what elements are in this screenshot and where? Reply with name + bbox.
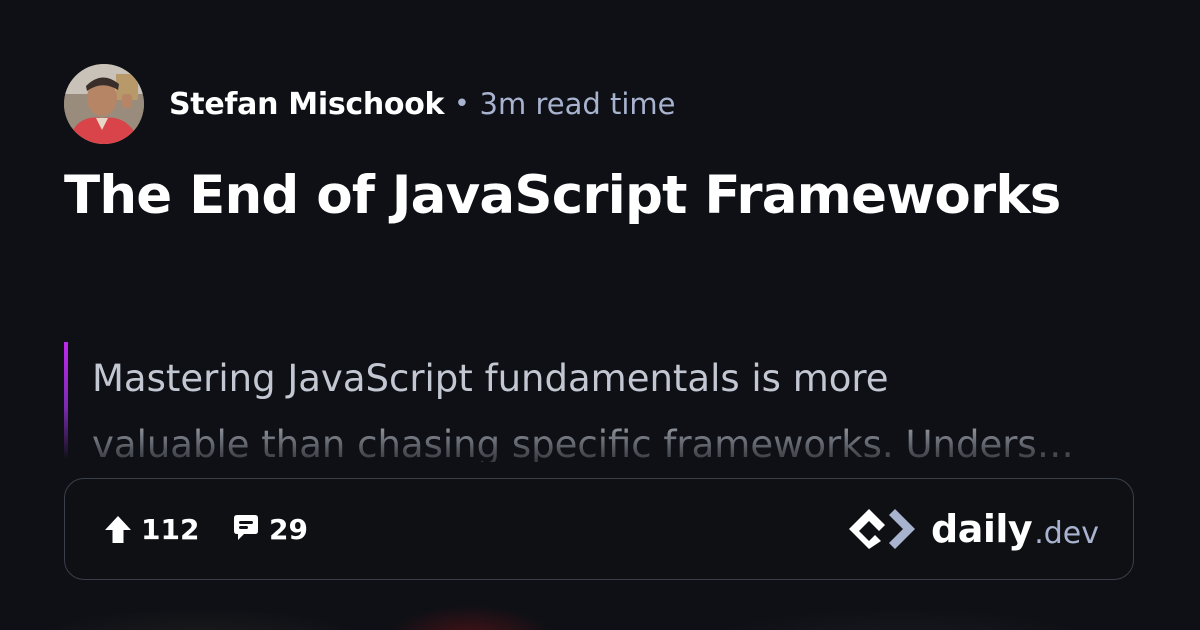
author-row: Stefan Mischook • 3m read time <box>64 64 676 144</box>
comments-button[interactable]: 29 <box>229 479 308 579</box>
stats-card: 112 29 daily .dev <box>64 478 1134 580</box>
arrow-up-icon <box>105 516 131 543</box>
daily-dev-logo-icon <box>849 509 916 549</box>
daily-dev-brand[interactable]: daily .dev <box>849 479 1099 579</box>
author-name[interactable]: Stefan Mischook <box>169 87 445 122</box>
upvote-button[interactable]: 112 <box>101 479 199 579</box>
brand-wordmark-daily: daily <box>931 507 1033 551</box>
comment-count: 29 <box>269 512 308 546</box>
excerpt-text: Mastering JavaScript fundamentals is mor… <box>92 346 1132 462</box>
post-title[interactable]: The End of JavaScript Frameworks <box>64 165 1061 226</box>
brand-wordmark-dev: .dev <box>1034 515 1099 551</box>
comment-bubble-icon <box>234 515 258 540</box>
upvote-count: 112 <box>141 512 200 546</box>
author-avatar[interactable] <box>64 64 144 144</box>
excerpt-line-1: Mastering JavaScript fundamentals is mor… <box>92 357 889 400</box>
post-excerpt: Mastering JavaScript fundamentals is mor… <box>64 342 1136 462</box>
read-time: 3m read time <box>479 87 676 121</box>
excerpt-accent-bar <box>64 342 68 460</box>
avatar-photo <box>64 64 144 144</box>
meta-separator: • <box>454 89 470 119</box>
excerpt-line-2: valuable than chasing specific framework… <box>92 423 1074 462</box>
